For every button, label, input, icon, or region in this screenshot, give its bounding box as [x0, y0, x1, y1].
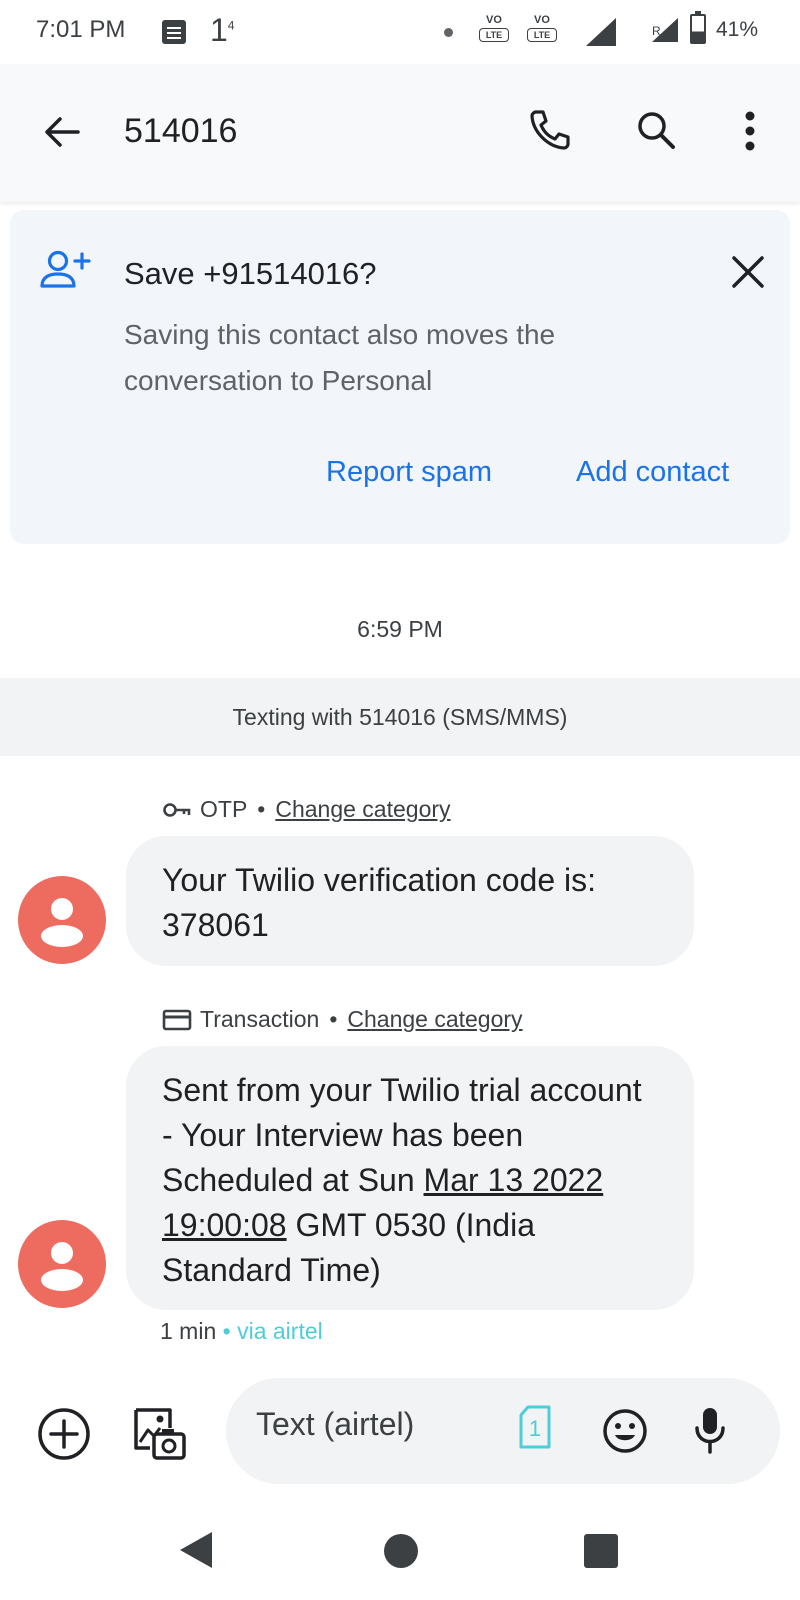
carrier-label: via airtel	[237, 1318, 323, 1344]
sender-avatar	[18, 1220, 106, 1308]
message-meta: 1 min • via airtel	[160, 1318, 323, 1345]
volte1-icon: VO LTE	[476, 14, 512, 44]
message-time: 1 min	[160, 1318, 217, 1344]
category-separator: •	[257, 796, 266, 822]
app-bar: 514016	[0, 64, 800, 202]
add-person-icon	[40, 250, 91, 288]
conversation-title: 514016	[124, 112, 238, 150]
sim-card-icon[interactable]: 1	[518, 1404, 552, 1450]
message-bubble[interactable]: Sent from your Twilio trial account - Yo…	[126, 1046, 694, 1310]
message-notification-icon	[162, 20, 186, 44]
change-category-link[interactable]: Change category	[275, 796, 450, 823]
conversation-timestamp: 6:59 PM	[357, 616, 443, 642]
texting-banner: Texting with 514016 (SMS/MMS)	[0, 678, 800, 756]
person-icon	[41, 1242, 83, 1291]
person-icon	[41, 898, 83, 947]
add-contact-button[interactable]: Add contact	[576, 456, 729, 489]
sender-avatar	[18, 876, 106, 964]
nav-back-icon[interactable]	[180, 1532, 212, 1568]
volte2-icon: VO LTE	[524, 14, 560, 44]
save-contact-description: Saving this contact also moves the conve…	[124, 319, 556, 396]
meta-separator: •	[222, 1318, 231, 1344]
search-icon[interactable]	[634, 108, 678, 152]
emoji-icon[interactable]	[602, 1408, 648, 1454]
phone-icon[interactable]	[526, 106, 574, 154]
message-category-row: Transaction • Change category	[162, 1006, 523, 1033]
message-category-row: OTP • Change category	[162, 796, 451, 823]
category-separator: •	[329, 1006, 338, 1032]
system-nav-bar	[0, 1500, 800, 1600]
status-time: 7:01 PM	[36, 16, 126, 43]
compose-bar: 1	[226, 1378, 780, 1484]
mic-icon[interactable]	[692, 1404, 728, 1456]
category-label: Transaction	[200, 1006, 320, 1032]
change-category-link[interactable]: Change category	[347, 1006, 522, 1033]
save-contact-card: Save +91514016? Saving this contact also…	[10, 210, 790, 544]
notification-dot-icon	[444, 28, 453, 37]
gallery-camera-icon[interactable]	[130, 1404, 188, 1462]
status-bar: 7:01 PM 14 VO LTE VO LTE R 41%	[0, 0, 800, 64]
report-spam-button[interactable]: Report spam	[326, 456, 492, 489]
category-label: OTP	[200, 796, 248, 822]
close-icon[interactable]	[728, 252, 768, 292]
message-input[interactable]	[256, 1406, 496, 1443]
credit-card-icon	[162, 1009, 192, 1030]
key-icon	[163, 802, 191, 817]
battery-percent: 41%	[716, 18, 759, 41]
message-text: Your Twilio verification code is: 378061	[162, 862, 596, 943]
svg-text:1: 1	[529, 1416, 541, 1441]
signal1-icon	[586, 18, 616, 46]
notification-one-icon: 14	[210, 12, 235, 48]
arrow-back-icon[interactable]	[40, 110, 84, 154]
add-circle-icon[interactable]	[36, 1406, 92, 1462]
save-contact-title: Save +91514016?	[124, 256, 377, 291]
signal2-icon	[652, 18, 678, 42]
nav-home-icon[interactable]	[384, 1534, 418, 1568]
more-vert-icon[interactable]	[732, 108, 768, 154]
battery-icon	[690, 11, 706, 44]
message-bubble[interactable]: Your Twilio verification code is: 378061	[126, 836, 694, 966]
nav-recents-icon[interactable]	[584, 1534, 618, 1568]
